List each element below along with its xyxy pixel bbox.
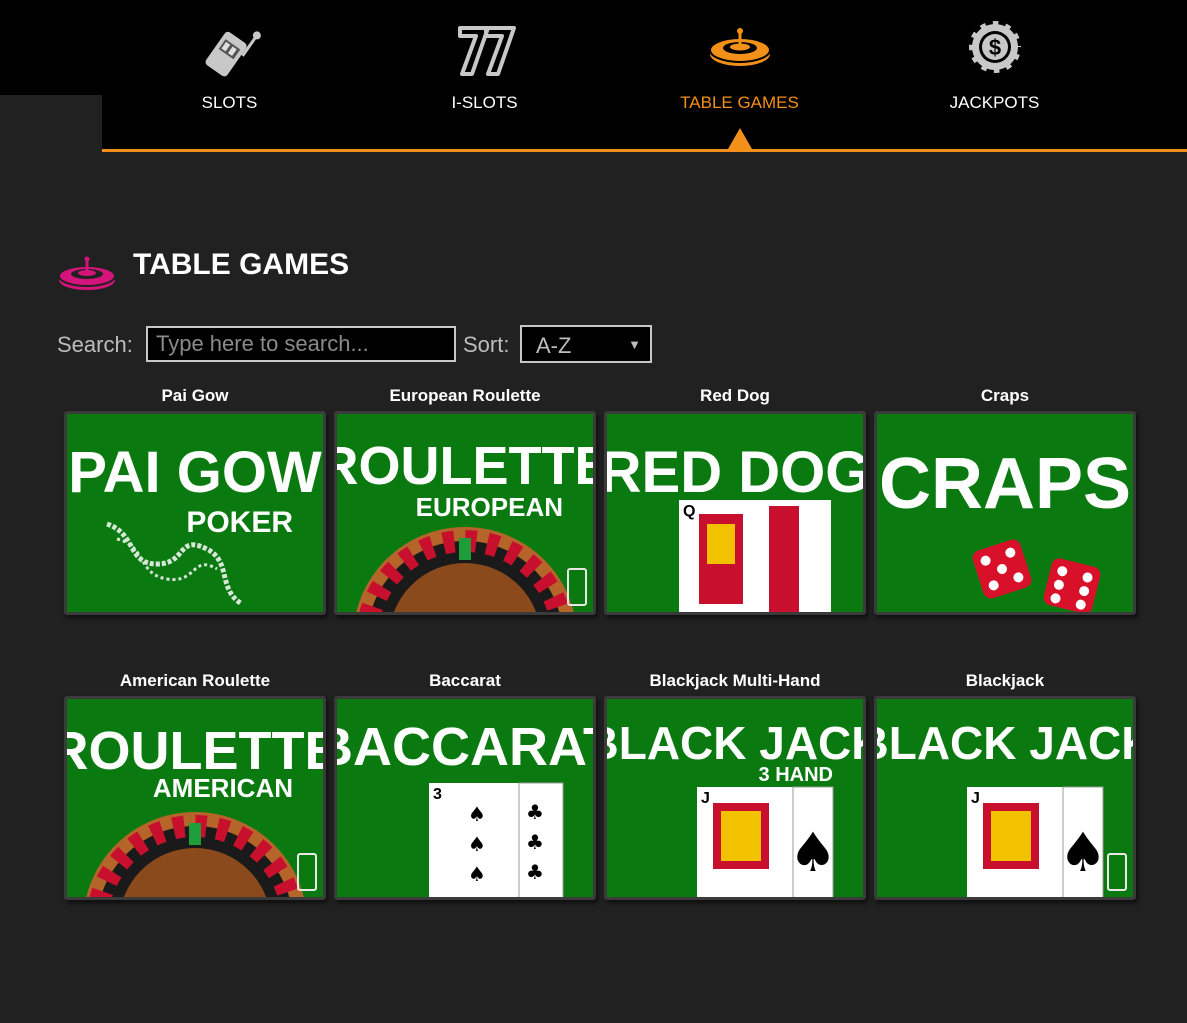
slot-machine-icon bbox=[205, 31, 261, 77]
blackjack-artwork: BLACK JACK J ♠ bbox=[877, 717, 1133, 897]
game-title: Blackjack bbox=[965, 671, 1045, 690]
game-title: Baccarat bbox=[429, 671, 501, 690]
chevron-down-icon: ▼ bbox=[628, 337, 641, 352]
svg-text:3: 3 bbox=[433, 786, 442, 803]
roulette-wheel-icon bbox=[708, 28, 771, 66]
svg-text:ROULETTE: ROULETTE bbox=[67, 721, 323, 781]
craps-artwork: CRAPS bbox=[879, 444, 1131, 612]
game-title: Pai Gow bbox=[161, 386, 229, 405]
svg-text:$: $ bbox=[988, 35, 1000, 60]
svg-text:BACCARAT: BACCARAT bbox=[337, 717, 593, 777]
game-category-nav: SLOTS I-SLOTS TABLE GAMES $ JACKPOTS bbox=[102, 0, 1187, 152]
svg-text:BLACK JACK: BLACK JACK bbox=[877, 717, 1133, 769]
svg-text:♣: ♣ bbox=[526, 830, 544, 854]
game-title: Craps bbox=[980, 386, 1030, 405]
dollar-chip-icon: $ bbox=[965, 18, 1024, 76]
red-dog-artwork: RED DOG Q bbox=[607, 440, 863, 612]
game-title: American Roulette bbox=[119, 671, 271, 690]
svg-text:CRAPS: CRAPS bbox=[879, 444, 1131, 524]
svg-text:J: J bbox=[701, 790, 710, 807]
svg-text:RED DOG: RED DOG bbox=[607, 440, 863, 505]
nav-item-slots[interactable]: SLOTS bbox=[102, 0, 357, 149]
svg-text:ROULETTE: ROULETTE bbox=[337, 436, 593, 496]
svg-text:AMERICAN: AMERICAN bbox=[153, 773, 293, 803]
game-title: Red Dog bbox=[700, 386, 770, 405]
nav-label-table-games: TABLE GAMES bbox=[680, 93, 799, 112]
svg-text:♠: ♠ bbox=[468, 802, 486, 826]
svg-text:♣: ♣ bbox=[526, 800, 544, 824]
active-tab-indicator bbox=[728, 128, 752, 149]
pai-gow-artwork: PAI GOW POKER bbox=[68, 440, 322, 607]
mobile-icon bbox=[297, 853, 317, 891]
sort-selected-value: A-Z bbox=[536, 333, 572, 358]
nav-item-jackpots[interactable]: $ JACKPOTS bbox=[867, 0, 1122, 149]
nav-item-i-slots[interactable]: I-SLOTS bbox=[357, 0, 612, 149]
svg-text:EUROPEAN: EUROPEAN bbox=[416, 492, 563, 522]
page-title: TABLE GAMES bbox=[133, 248, 350, 281]
svg-text:♣: ♣ bbox=[526, 860, 544, 884]
game-title: European Roulette bbox=[389, 386, 541, 405]
svg-text:POKER: POKER bbox=[186, 506, 293, 539]
svg-text:♠: ♠ bbox=[1059, 821, 1107, 884]
sort-label: Sort: bbox=[463, 332, 510, 357]
mobile-icon bbox=[1107, 853, 1127, 891]
roulette-wheel-icon bbox=[58, 256, 116, 290]
nav-label-i-slots: I-SLOTS bbox=[451, 93, 518, 112]
game-thumbnail[interactable]: ROULETTE AMERICAN bbox=[64, 696, 326, 900]
game-thumbnail[interactable]: BACCARAT 3 ♠ ♠ ♠ ♣ ♣ ♣ bbox=[334, 696, 596, 900]
game-thumbnail[interactable]: BLACK JACK J ♠ bbox=[874, 696, 1136, 900]
svg-text:J: J bbox=[971, 790, 980, 807]
game-thumbnail[interactable]: ROULETTE EUROPEAN bbox=[334, 411, 596, 615]
search-input[interactable] bbox=[146, 326, 456, 362]
filter-bar: Search: Sort: A-Z ▼ bbox=[57, 325, 677, 363]
svg-text:♠: ♠ bbox=[468, 832, 486, 856]
search-label: Search: bbox=[57, 332, 133, 357]
svg-text:3 HAND: 3 HAND bbox=[759, 764, 833, 786]
blackjack-multi-hand-artwork: BLACK JACK 3 HAND J ♠ bbox=[607, 717, 863, 897]
game-thumbnail[interactable]: BLACK JACK 3 HAND J ♠ bbox=[604, 696, 866, 900]
game-thumbnail[interactable]: CRAPS bbox=[874, 411, 1136, 615]
lucky-seven-icon bbox=[457, 26, 516, 76]
svg-text:♠: ♠ bbox=[468, 862, 486, 886]
game-thumbnail[interactable]: PAI GOW POKER bbox=[64, 411, 326, 615]
svg-text:Q: Q bbox=[683, 503, 695, 520]
american-roulette-artwork: ROULETTE AMERICAN bbox=[67, 721, 323, 897]
nav-label-jackpots: JACKPOTS bbox=[949, 93, 1040, 112]
svg-text:PAI GOW: PAI GOW bbox=[68, 440, 322, 505]
sort-select[interactable]: A-Z ▼ bbox=[520, 325, 652, 363]
nav-item-table-games[interactable]: TABLE GAMES bbox=[612, 0, 867, 149]
game-title: Blackjack Multi-Hand bbox=[649, 671, 821, 690]
svg-text:BLACK JACK: BLACK JACK bbox=[607, 717, 863, 769]
nav-label-slots: SLOTS bbox=[201, 93, 258, 112]
mobile-icon bbox=[567, 568, 587, 606]
game-thumbnail[interactable]: RED DOG Q bbox=[604, 411, 866, 615]
baccarat-artwork: BACCARAT 3 ♠ ♠ ♠ ♣ ♣ ♣ bbox=[337, 717, 593, 897]
european-roulette-artwork: ROULETTE EUROPEAN bbox=[337, 436, 593, 612]
svg-text:♠: ♠ bbox=[789, 821, 837, 884]
